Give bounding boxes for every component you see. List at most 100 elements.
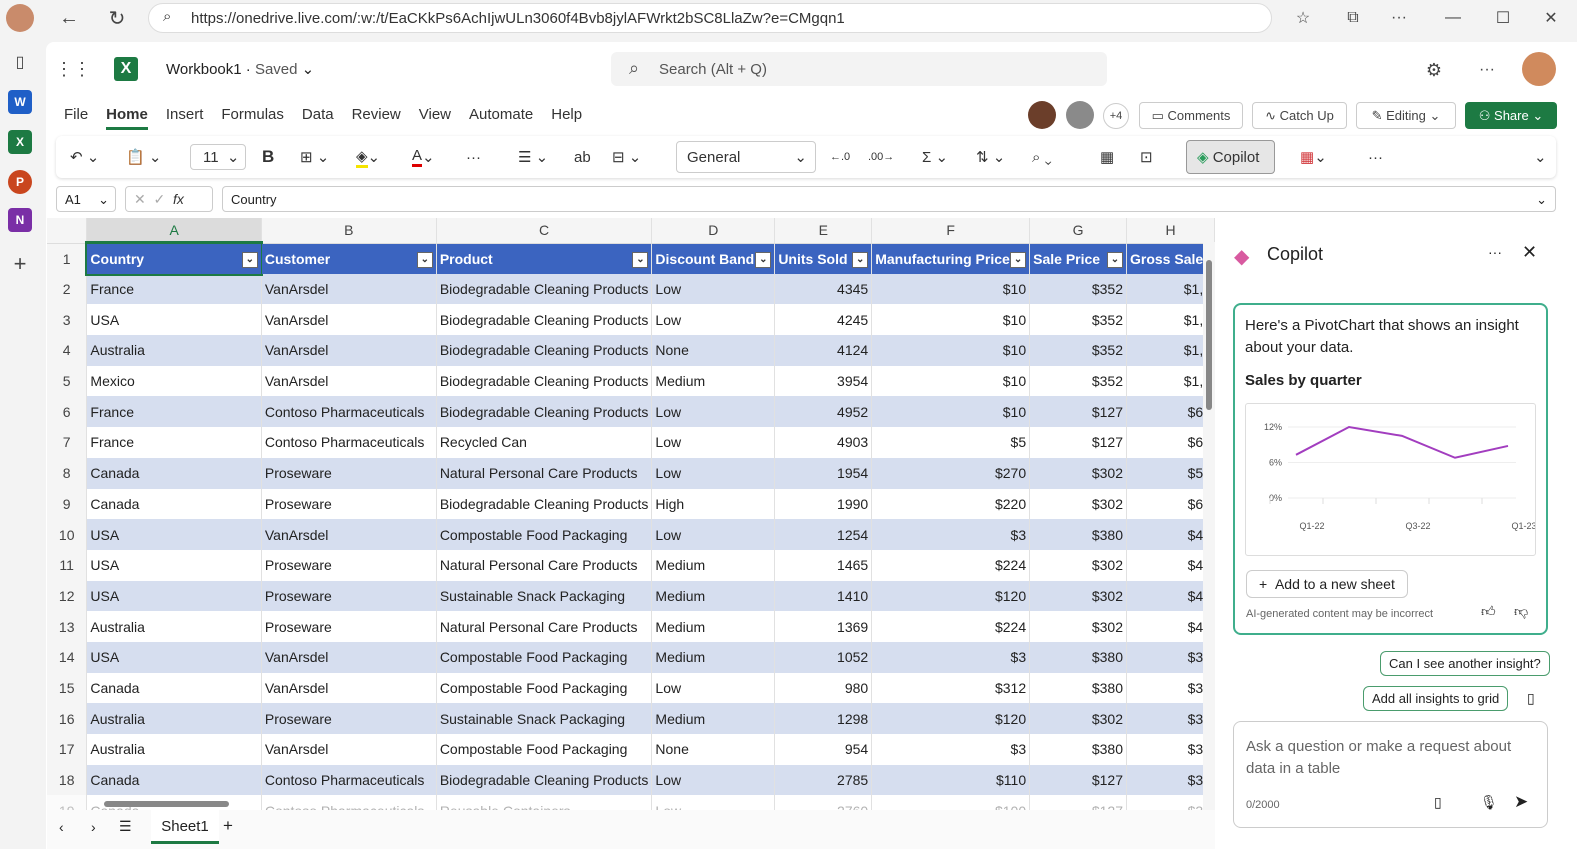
cell[interactable]: $10 bbox=[871, 396, 1031, 428]
cell[interactable]: Sustainable Snack Packaging bbox=[436, 703, 653, 734]
more-ribbon-icon[interactable]: ··· bbox=[1368, 144, 1383, 170]
cell[interactable]: $35 bbox=[1126, 764, 1215, 796]
cell[interactable]: 3954 bbox=[774, 365, 873, 397]
row-header[interactable]: 10 bbox=[47, 519, 88, 550]
row-header[interactable]: 14 bbox=[47, 641, 88, 673]
cell[interactable]: $44 bbox=[1126, 549, 1215, 581]
cell[interactable]: Proseware bbox=[261, 457, 437, 489]
prev-sheet-icon[interactable]: ‹ bbox=[59, 819, 64, 835]
cell[interactable]: 1465 bbox=[774, 549, 873, 581]
cell[interactable]: Canada bbox=[86, 488, 262, 520]
horizontal-scrollbar[interactable] bbox=[92, 798, 1202, 810]
cell[interactable]: $1,3 bbox=[1126, 365, 1215, 397]
cell[interactable]: Canada bbox=[86, 672, 262, 704]
merge-icon[interactable]: ⊟ ⌄ bbox=[612, 144, 641, 170]
cell[interactable]: Contoso Pharmaceuticals bbox=[261, 764, 437, 796]
minimize-icon[interactable]: — bbox=[1440, 5, 1466, 31]
cell[interactable]: VanArsdel bbox=[261, 273, 437, 305]
scroll-thumb[interactable] bbox=[1206, 260, 1212, 410]
cell[interactable]: None bbox=[651, 335, 776, 366]
cell[interactable]: USA bbox=[86, 549, 262, 581]
cell[interactable]: $380 bbox=[1029, 519, 1127, 550]
cell[interactable]: 1990 bbox=[774, 488, 873, 520]
add-icon[interactable]: + bbox=[8, 251, 32, 276]
cell[interactable]: $10 bbox=[871, 365, 1031, 397]
cell[interactable]: Proseware bbox=[261, 703, 437, 734]
row-header[interactable]: 8 bbox=[47, 457, 88, 489]
cell[interactable]: Biodegradable Cleaning Products bbox=[436, 396, 653, 428]
paste-icon[interactable]: 📋 ⌄ bbox=[126, 144, 161, 170]
cell[interactable]: Low bbox=[651, 519, 776, 550]
number-format-select[interactable]: General ⌄ bbox=[676, 141, 816, 173]
search-box[interactable]: ⌕ Search (Alt + Q) bbox=[611, 52, 1107, 86]
row-header[interactable]: 5 bbox=[47, 365, 88, 397]
cell[interactable]: Proseware bbox=[261, 488, 437, 520]
add-to-new-sheet-button[interactable]: + Add to a new sheet bbox=[1246, 570, 1408, 598]
cell[interactable]: $39 bbox=[1126, 703, 1215, 734]
tab-file[interactable]: File bbox=[64, 106, 88, 130]
back-icon[interactable]: ← bbox=[56, 5, 82, 31]
select-all[interactable] bbox=[47, 218, 88, 244]
cell[interactable]: Recycled Can bbox=[436, 427, 653, 458]
cell[interactable]: Proseware bbox=[261, 549, 437, 581]
cell[interactable]: VanArsdel bbox=[261, 734, 437, 765]
cell[interactable]: $10 bbox=[871, 335, 1031, 366]
h-scroll-thumb[interactable] bbox=[104, 801, 229, 807]
undo-icon[interactable]: ↶ ⌄ bbox=[70, 144, 99, 170]
refresh-icon[interactable]: ↻ bbox=[104, 5, 130, 31]
column-header-H[interactable]: H bbox=[1126, 218, 1215, 244]
align-icon[interactable]: ☰ ⌄ bbox=[518, 144, 548, 170]
cell[interactable]: $41 bbox=[1126, 611, 1215, 642]
catchup-button[interactable]: ∿ Catch Up bbox=[1252, 102, 1347, 129]
vertical-scrollbar[interactable] bbox=[1203, 242, 1215, 810]
cell[interactable]: $1,4 bbox=[1126, 335, 1215, 366]
cell[interactable]: $380 bbox=[1029, 641, 1127, 673]
cell[interactable]: Low bbox=[651, 672, 776, 704]
cell[interactable]: Medium bbox=[651, 365, 776, 397]
table-header-cell[interactable]: Country ⌄ bbox=[84, 241, 264, 276]
cell[interactable]: Compostable Food Packaging bbox=[436, 519, 653, 550]
cell[interactable]: Natural Personal Care Products bbox=[436, 611, 653, 642]
cell[interactable]: Australia bbox=[86, 703, 262, 734]
increase-decimal-icon[interactable]: ←.0 bbox=[830, 144, 850, 170]
workbook-title[interactable]: Workbook1 · Saved ⌄ bbox=[166, 60, 314, 78]
cell[interactable]: VanArsdel bbox=[261, 365, 437, 397]
row-header[interactable]: 19 bbox=[47, 795, 88, 810]
word-icon[interactable]: W bbox=[8, 90, 32, 114]
cell[interactable]: $37 bbox=[1126, 672, 1215, 704]
filter-dropdown-icon[interactable]: ⌄ bbox=[416, 251, 433, 268]
row-header[interactable]: 6 bbox=[47, 396, 88, 428]
cell[interactable]: Proseware bbox=[261, 580, 437, 612]
cell[interactable]: Biodegradable Cleaning Products bbox=[436, 273, 653, 305]
tab-home[interactable]: Home bbox=[106, 106, 148, 130]
collections-icon[interactable]: ⧉ bbox=[1340, 5, 1366, 31]
column-header-B[interactable]: B bbox=[261, 218, 437, 244]
tab-data[interactable]: Data bbox=[302, 106, 334, 130]
autosum-icon[interactable]: Σ ⌄ bbox=[922, 144, 948, 170]
cell[interactable]: Contoso Pharmaceuticals bbox=[261, 396, 437, 428]
cell[interactable]: $127 bbox=[1029, 427, 1127, 458]
font-color-icon[interactable]: A ⌄ bbox=[412, 144, 435, 170]
cell[interactable]: $352 bbox=[1029, 304, 1127, 336]
copilot-input[interactable]: Ask a question or make a request about d… bbox=[1233, 721, 1548, 828]
cell[interactable]: Australia bbox=[86, 734, 262, 765]
filter-dropdown-icon[interactable]: ⌄ bbox=[1107, 251, 1123, 268]
cell[interactable]: VanArsdel bbox=[261, 641, 437, 673]
next-sheet-icon[interactable]: › bbox=[91, 819, 96, 835]
close-window-icon[interactable]: ✕ bbox=[1538, 5, 1564, 31]
suggestion-add-all-insights[interactable]: Add all insights to grid bbox=[1363, 686, 1509, 711]
collaborator-avatar[interactable] bbox=[1028, 101, 1056, 129]
settings-icon[interactable]: ⚙ bbox=[1422, 58, 1446, 82]
microphone-icon[interactable]: 🎙︎ bbox=[1480, 794, 1498, 811]
editing-mode-button[interactable]: ✎ Editing ⌄ bbox=[1356, 102, 1456, 129]
cell[interactable]: Natural Personal Care Products bbox=[436, 549, 653, 581]
cell[interactable]: $127 bbox=[1029, 396, 1127, 428]
cell[interactable]: USA bbox=[86, 641, 262, 673]
cancel-icon[interactable]: ✕ bbox=[134, 191, 146, 207]
cell[interactable]: $302 bbox=[1029, 703, 1127, 734]
cell[interactable]: $62 bbox=[1126, 396, 1215, 428]
cell[interactable]: Sustainable Snack Packaging bbox=[436, 580, 653, 612]
cell[interactable]: USA bbox=[86, 519, 262, 550]
cell[interactable]: Biodegradable Cleaning Products bbox=[436, 335, 653, 366]
app-launcher-icon[interactable]: ⋮⋮ bbox=[55, 56, 91, 82]
